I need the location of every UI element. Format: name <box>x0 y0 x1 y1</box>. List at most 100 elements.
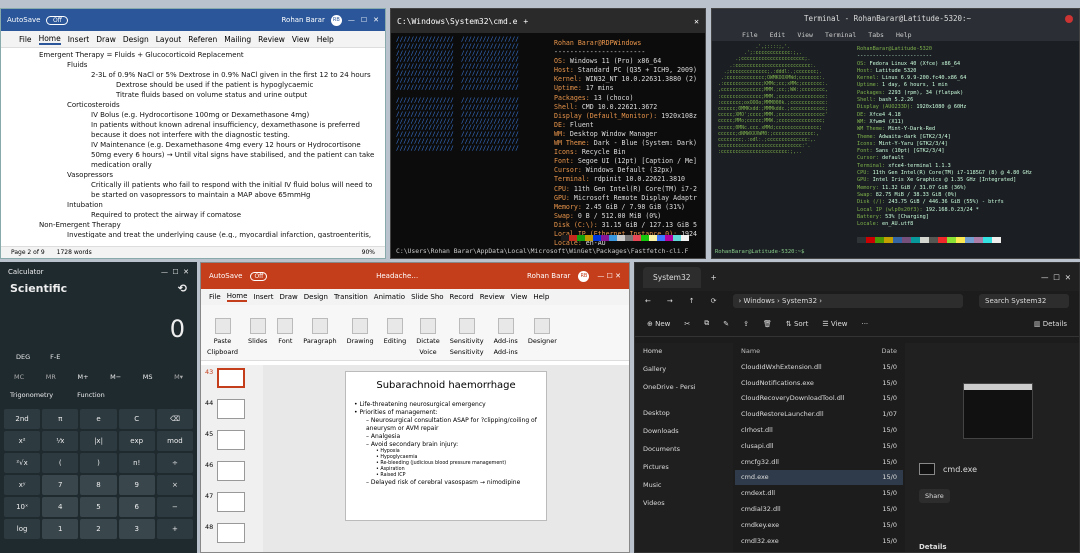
file-row[interactable]: cmd.exe 15/0 <box>735 469 903 486</box>
nav-item[interactable]: Home <box>635 343 733 361</box>
tab-help[interactable]: Help <box>533 293 549 301</box>
calc-key[interactable]: ¹⁄x <box>42 431 79 451</box>
tab-help[interactable]: Help <box>317 35 334 44</box>
file-row[interactable]: cmdl32.exe 15/0 <box>735 533 903 549</box>
history-icon[interactable]: ⟲ <box>178 282 187 295</box>
tab-draw[interactable]: Draw <box>96 35 116 44</box>
share-button[interactable]: Share <box>919 489 950 503</box>
close-icon[interactable]: ✕ <box>373 16 379 24</box>
avatar[interactable]: RB <box>330 14 342 26</box>
tab-home[interactable]: Home <box>226 292 248 302</box>
view-button[interactable]: ☰ View <box>822 320 847 328</box>
mc-button[interactable]: MC <box>14 373 24 381</box>
calc-key[interactable]: mod <box>156 431 193 451</box>
calc-key[interactable]: π <box>42 409 79 429</box>
calc-key[interactable]: 2 <box>80 519 117 539</box>
slide-thumbnail[interactable]: 44 <box>201 396 263 427</box>
tab-design[interactable]: Design <box>304 293 328 301</box>
calc-key[interactable]: 5 <box>80 497 117 517</box>
zoom-level[interactable]: 90% <box>362 249 375 256</box>
tab-design[interactable]: Design <box>123 35 149 44</box>
file-row[interactable]: cmcfg32.dll 15/0 <box>735 454 903 470</box>
close-icon[interactable]: ✕ <box>694 17 699 26</box>
calc-key[interactable]: exp <box>118 431 155 451</box>
calc-key[interactable]: ( <box>42 453 79 473</box>
calc-key[interactable]: 9 <box>118 475 155 495</box>
close-icon[interactable] <box>1065 14 1074 23</box>
tab-system32[interactable]: System32 <box>643 266 701 288</box>
search-input[interactable]: Search System32 <box>979 294 1069 308</box>
calc-key[interactable]: n! <box>118 453 155 473</box>
slide-thumbnail[interactable]: 48 <box>201 520 263 551</box>
function-dropdown[interactable]: Function <box>77 391 105 399</box>
cut-icon[interactable]: ✂ <box>684 320 690 328</box>
file-row[interactable]: cmdkey.exe 15/0 <box>735 517 903 533</box>
autosave-toggle[interactable]: Off <box>250 271 268 281</box>
nav-item[interactable]: Documents <box>635 441 733 459</box>
menu-file[interactable]: File <box>742 31 758 39</box>
deg-button[interactable]: DEG <box>16 353 30 361</box>
calc-key[interactable]: + <box>156 519 193 539</box>
nav-item[interactable]: Desktop <box>635 405 733 423</box>
file-name[interactable]: Headache… <box>376 272 418 280</box>
menu-tabs[interactable]: Tabs <box>868 31 884 39</box>
fe-button[interactable]: F-E <box>50 353 60 361</box>
share-icon[interactable]: ⇪ <box>743 320 749 328</box>
file-row[interactable]: clrhost.dll 15/0 <box>735 422 903 438</box>
nav-item[interactable]: Pictures <box>635 459 733 477</box>
nav-item[interactable]: Downloads <box>635 423 733 441</box>
paragraph-button[interactable]: Paragraph <box>303 318 337 356</box>
calc-key[interactable]: 10ˣ <box>4 497 41 517</box>
mminus-button[interactable]: M− <box>110 373 121 381</box>
paste-button[interactable]: Paste Clipboard <box>207 318 238 356</box>
avatar[interactable]: RB <box>578 270 590 282</box>
tab-record[interactable]: Record <box>450 293 474 301</box>
tab-file[interactable]: File <box>209 293 221 301</box>
more-icon[interactable]: ··· <box>861 320 868 328</box>
maximize-icon[interactable]: ☐ <box>361 16 367 24</box>
new-tab-icon[interactable]: + <box>523 17 528 26</box>
mplus-button[interactable]: M+ <box>77 373 88 381</box>
calc-key[interactable]: log <box>4 519 41 539</box>
slides-button[interactable]: Slides <box>248 318 267 356</box>
tab-slideshow[interactable]: Slide Sho <box>411 293 443 301</box>
calc-key[interactable]: 3 <box>118 519 155 539</box>
crumb-windows[interactable]: Windows <box>744 297 775 305</box>
calc-key[interactable]: ) <box>80 453 117 473</box>
tab-references[interactable]: Referen <box>188 35 217 44</box>
calc-key[interactable]: 4 <box>42 497 79 517</box>
tab-layout[interactable]: Layout <box>156 35 182 44</box>
calc-key[interactable]: × <box>156 475 193 495</box>
slide-thumbnail[interactable]: 43 <box>201 365 263 396</box>
forward-icon[interactable]: → <box>667 297 673 305</box>
window-controls[interactable]: — ☐ ✕ <box>1041 273 1071 282</box>
nav-item[interactable]: Videos <box>635 495 733 513</box>
calc-key[interactable]: ²√x <box>4 453 41 473</box>
calc-key[interactable]: e <box>80 409 117 429</box>
window-controls[interactable]: — ☐ ✕ <box>597 272 621 280</box>
tab-insert[interactable]: Insert <box>253 293 273 301</box>
menu-edit[interactable]: Edit <box>770 31 786 39</box>
sensitivity-button[interactable]: Sensitivity Sensitivity <box>450 318 484 356</box>
col-date[interactable]: Date <box>881 347 897 355</box>
new-button[interactable]: ⊕ New <box>647 320 670 328</box>
menu-terminal[interactable]: Terminal <box>825 31 856 39</box>
ms-button[interactable]: MS <box>143 373 153 381</box>
calc-key[interactable]: 8 <box>80 475 117 495</box>
slide-thumbnail[interactable]: 46 <box>201 458 263 489</box>
calc-key[interactable]: 1 <box>42 519 79 539</box>
tab-mailings[interactable]: Mailing <box>224 35 251 44</box>
file-row[interactable]: CloudIdWxhExtension.dll 15/0 <box>735 359 903 375</box>
calc-mode[interactable]: Scientific <box>10 282 67 295</box>
menu-help[interactable]: Help <box>896 31 912 39</box>
sort-button[interactable]: ⇅ Sort <box>786 320 808 328</box>
mlist-button[interactable]: M▾ <box>174 373 183 381</box>
document-body[interactable]: Emergent Therapy = Fluids + Glucocortico… <box>1 48 385 238</box>
new-tab-icon[interactable]: + <box>711 273 717 282</box>
up-icon[interactable]: ↑ <box>689 297 695 305</box>
autosave-toggle[interactable]: Off <box>46 15 69 25</box>
delete-icon[interactable]: 🗑 <box>763 320 772 328</box>
rename-icon[interactable]: ✎ <box>723 320 729 328</box>
calc-key[interactable]: ÷ <box>156 453 193 473</box>
font-button[interactable]: Font <box>277 318 294 356</box>
